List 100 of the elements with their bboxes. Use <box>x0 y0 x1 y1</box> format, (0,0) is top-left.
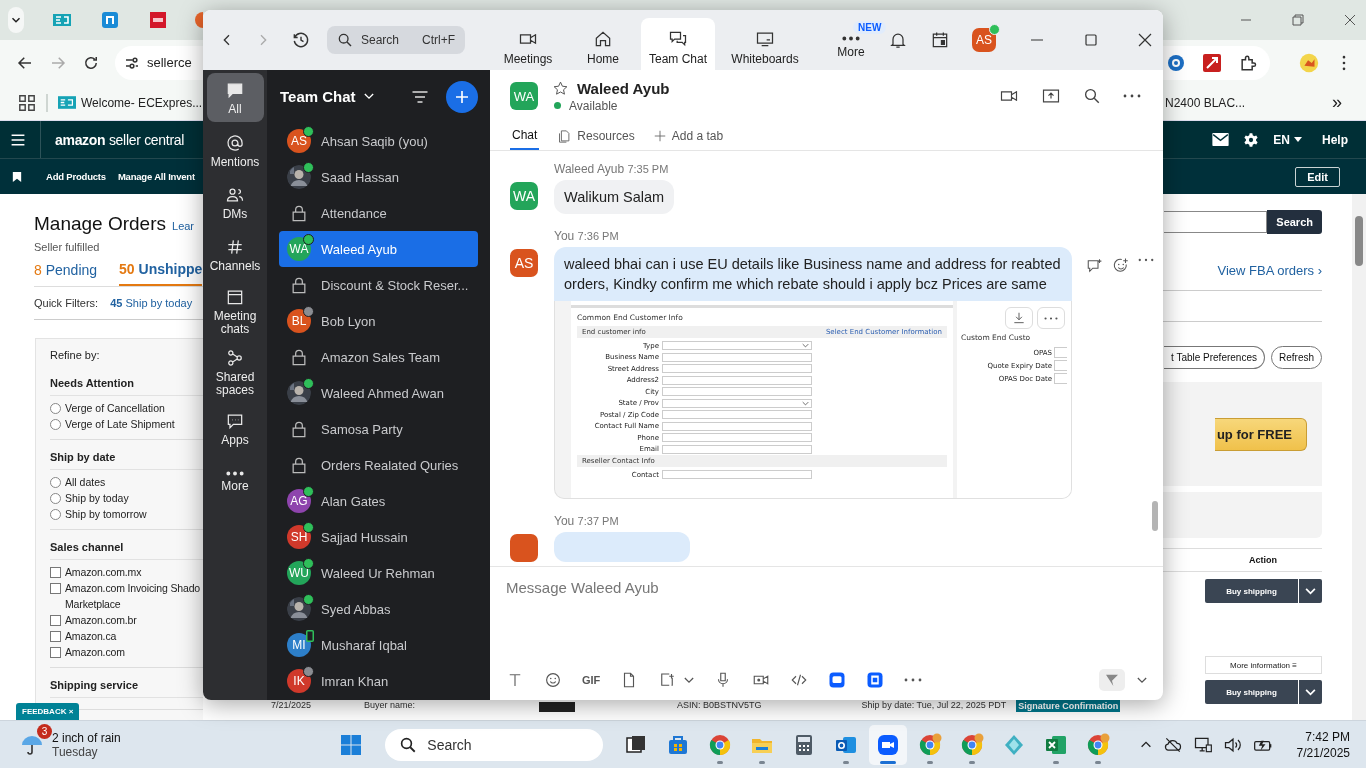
status-tab[interactable]: 8 Pending <box>34 261 98 286</box>
settings-icon[interactable] <box>1243 131 1260 148</box>
app-icon[interactable] <box>828 671 847 689</box>
emoji-icon[interactable] <box>544 671 562 689</box>
more-icon[interactable] <box>1123 93 1141 99</box>
taskbar-search-field[interactable]: Search <box>385 728 604 761</box>
nav-link[interactable]: Add Products <box>46 171 106 182</box>
chat-list-item[interactable]: BL Bob Lyon <box>279 303 478 339</box>
tab-search-button[interactable] <box>8 7 24 33</box>
radio-button[interactable] <box>50 493 61 504</box>
screenshot-icon[interactable] <box>658 671 677 689</box>
chat-list-item[interactable]: Syed Abbas <box>279 591 478 627</box>
clock-date[interactable]: 7/21/2025 <box>1296 745 1350 760</box>
nav-tab[interactable]: Meetings <box>491 18 565 70</box>
language-dropdown[interactable]: EN <box>1273 132 1302 147</box>
radio-button[interactable] <box>50 509 61 520</box>
close-icon[interactable] <box>1138 33 1152 47</box>
sidebar-item[interactable]: Channels <box>206 232 264 278</box>
nav-tab[interactable]: Whiteboards <box>716 18 814 70</box>
checkbox[interactable] <box>50 615 61 626</box>
weather-text[interactable]: 2 inch of rain <box>52 730 121 745</box>
extension-icon[interactable] <box>1298 51 1320 74</box>
conversation-tab[interactable]: Chat <box>510 122 540 150</box>
new-chat-button[interactable] <box>446 80 478 113</box>
refresh-button[interactable]: Refresh <box>1271 346 1322 369</box>
conversation-tab[interactable]: Resources <box>557 122 635 150</box>
chat-list-item[interactable]: Discount & Stock Reser... <box>279 267 478 303</box>
address-bar[interactable]: sellerce <box>115 45 203 80</box>
list-title-dropdown[interactable]: Team Chat <box>280 88 374 105</box>
more-icon[interactable] <box>1138 257 1154 263</box>
chat-list-item[interactable]: AS Ahsan Saqib (you) <box>279 123 478 159</box>
download-button[interactable] <box>1005 307 1033 329</box>
table-preferences-button[interactable]: t Table Preferences <box>1164 346 1265 369</box>
caret-icon[interactable] <box>1294 137 1302 142</box>
menu-icon[interactable] <box>10 131 26 148</box>
star-icon[interactable] <box>552 79 569 97</box>
chat-list-item[interactable]: Samosa Party <box>279 411 478 447</box>
history-icon[interactable] <box>291 30 311 50</box>
reply-icon[interactable] <box>1086 257 1104 275</box>
scrollbar[interactable] <box>1352 194 1366 720</box>
chat-list-item[interactable]: AG Alan Gates <box>279 483 478 519</box>
chat-list-item[interactable]: WA Waleed Ayub <box>279 231 478 267</box>
bookmark-icon[interactable] <box>12 170 22 183</box>
radio-button[interactable] <box>50 419 61 430</box>
more-information-button[interactable]: More information ≡ <box>1205 656 1322 674</box>
nav-tab[interactable]: Team Chat <box>641 18 715 70</box>
search-button[interactable]: Search <box>1267 210 1322 234</box>
more-icon[interactable] <box>904 677 923 683</box>
chat-list-item[interactable]: SH Sajjad Hussain <box>279 519 478 555</box>
search-field[interactable]: Search Ctrl+F <box>327 26 465 54</box>
more-bookmarks-button[interactable]: » <box>1332 92 1342 113</box>
message-input[interactable]: Message Waleed Ayub <box>506 579 1147 668</box>
chat-list-item[interactable]: IK Imran Khan <box>279 663 478 699</box>
chat-list-item[interactable]: Saad Hassan <box>279 159 478 195</box>
conversation-tab[interactable]: Add a tab <box>652 122 724 150</box>
sidebar-item[interactable]: DMs <box>206 180 264 226</box>
checkbox[interactable] <box>50 567 61 578</box>
quick-filter-link[interactable]: 45 Ship by today <box>110 297 193 309</box>
help-link[interactable]: Help <box>1322 132 1348 147</box>
sidebar-item[interactable]: Shared spaces <box>206 345 264 400</box>
calendar-icon[interactable] <box>930 30 950 50</box>
learn-link[interactable]: Lear <box>172 220 195 232</box>
chat-list-item[interactable]: Attendance <box>279 195 478 231</box>
checkbox[interactable] <box>50 647 61 658</box>
sidebar-item[interactable]: Mentions <box>206 128 264 174</box>
start-icon[interactable] <box>339 732 364 757</box>
bookmark-favicon-icon[interactable] <box>58 96 76 109</box>
buy-shipping-button[interactable]: Buy shipping <box>1205 579 1298 603</box>
sidebar-item[interactable]: Apps <box>206 406 264 452</box>
dropdown-button[interactable] <box>1299 680 1322 704</box>
bookmark-link[interactable]: N2400 BLAC... <box>1165 95 1246 110</box>
extension-icon[interactable] <box>1202 52 1222 73</box>
fba-orders-link[interactable]: View FBA orders › <box>1217 263 1322 278</box>
chat-list-item[interactable]: WU Waleed Ur Rehman <box>279 555 478 591</box>
chat-list-item[interactable]: MI Musharaf Iqbal <box>279 627 478 663</box>
feedback-tab[interactable]: FEEDBACK × <box>16 703 80 720</box>
nav-tab[interactable]: NEW More <box>815 18 887 70</box>
send-button[interactable] <box>1099 669 1125 691</box>
close-icon[interactable] <box>1344 14 1356 26</box>
scrollbar[interactable] <box>1152 501 1158 531</box>
checkbox[interactable] <box>50 583 61 594</box>
app-icon[interactable] <box>866 671 885 689</box>
extension-icon[interactable] <box>1166 52 1186 73</box>
chat-list-item[interactable]: Waleed Ahmed Awan <box>279 375 478 411</box>
chat-list-item[interactable]: Amazon Sales Team <box>279 339 478 375</box>
tab-favicon-icon[interactable] <box>148 10 168 30</box>
search-field[interactable] <box>1164 211 1268 233</box>
mail-icon[interactable] <box>1212 133 1230 146</box>
restore-icon[interactable] <box>1292 14 1304 26</box>
sidebar-item[interactable]: More <box>206 458 264 504</box>
maximize-icon[interactable] <box>1084 33 1098 47</box>
caret-icon[interactable] <box>1137 676 1147 684</box>
sidebar-item[interactable]: Meeting chats <box>206 284 264 339</box>
tab-favicon-icon[interactable] <box>193 10 203 30</box>
sign-up-button[interactable]: up for FREE <box>1214 417 1307 451</box>
seller-central-logo[interactable]: amazon seller central <box>55 131 185 148</box>
caret-icon[interactable] <box>684 676 695 684</box>
bookmark-link[interactable]: Welcome- ECExpres... <box>58 95 203 110</box>
gif-button[interactable]: GIF <box>582 674 601 686</box>
edit-button[interactable]: Edit <box>1295 166 1340 187</box>
